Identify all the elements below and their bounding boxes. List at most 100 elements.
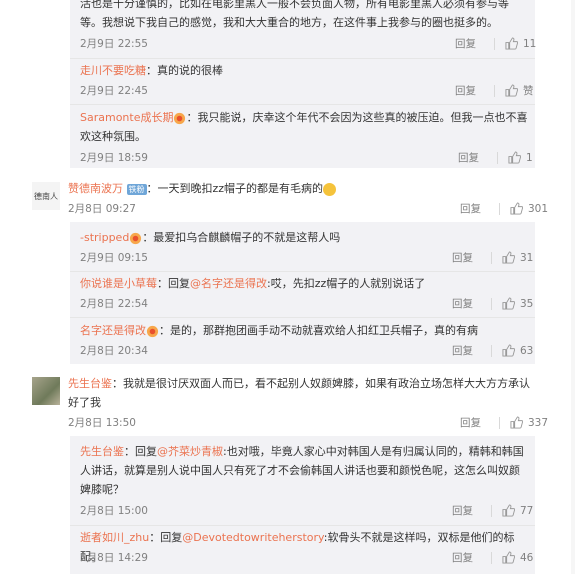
fan-badge-icon <box>173 112 186 125</box>
reply-prefix: ：回复 <box>157 277 190 290</box>
comment-row: 赞德南波万 铁粉 ：一天到晚扣zz帽子的都是有毛病的 <box>68 179 538 198</box>
scrollbar[interactable] <box>571 0 575 574</box>
reply-text: ：最爱扣乌合麒麟帽子的不就是这帮人吗 <box>142 231 341 244</box>
like-icon[interactable] <box>502 344 515 357</box>
divider <box>70 104 535 105</box>
reply-username[interactable]: 先生台鉴 <box>80 445 124 458</box>
reply-prefix: ：回复 <box>149 531 183 544</box>
like-count: 1 <box>526 151 533 164</box>
reply-button[interactable]: 回复 <box>460 201 481 216</box>
reply-button[interactable]: 回复 <box>460 415 481 430</box>
like-icon[interactable] <box>502 297 515 310</box>
reply-button[interactable]: 回复 <box>452 550 473 565</box>
like-count: 77 <box>520 504 534 517</box>
mention-link[interactable]: @芥菜炒青椒 <box>157 445 223 458</box>
reply-button[interactable]: 回复 <box>452 296 473 311</box>
comment-row: 先生台鉴：我就是很讨厌双面人而已，看不起别人奴颜婢膝，如果有政治立场怎样大大方方… <box>68 374 538 412</box>
like-count: 31 <box>520 251 534 264</box>
avatar-text: 德南人 <box>34 191 58 201</box>
reply-actions: 回复 63 <box>452 343 533 358</box>
reply-button[interactable]: 回复 <box>455 36 476 51</box>
comment-actions: 回复 11 <box>455 36 536 51</box>
reply-username[interactable]: 走川不要吃糖 <box>80 64 146 77</box>
avatar[interactable]: 德南人 <box>32 182 60 210</box>
reply-time: 2月9日 09:15 <box>80 252 148 264</box>
divider <box>491 344 492 357</box>
reply-prefix: ：回复 <box>124 445 157 458</box>
reply-row: 先生台鉴：回复@芥菜炒青椒:也对哦，毕竟人家心中对韩国人是有归属认同的，精韩和韩… <box>80 442 530 499</box>
divider <box>494 37 495 50</box>
reply-time: 2月8日 15:00 <box>80 505 148 517</box>
reply-text: :哎，先扣zz帽子的人就别说话了 <box>267 277 426 290</box>
emoji-icon <box>323 182 337 196</box>
reply-row: Saramonte成长期 ：我只能说，庆幸这个年代不会因为这些真的被压迫。但我一点… <box>80 108 530 146</box>
reply-button[interactable]: 回复 <box>452 343 473 358</box>
comment-text: ：一天到晚扣zz帽子的都是有毛病的 <box>146 182 324 195</box>
divider <box>70 525 535 526</box>
divider <box>70 271 535 272</box>
reply-username[interactable]: -stripped <box>80 231 129 244</box>
like-count: 35 <box>520 297 534 310</box>
like-count: 赞 <box>523 85 534 97</box>
like-count: 63 <box>520 344 534 357</box>
like-icon[interactable] <box>510 202 523 215</box>
divider <box>499 416 500 429</box>
avatar[interactable] <box>32 377 60 405</box>
reply-actions: 回复 77 <box>452 503 533 518</box>
reply-time: 2月8日 14:29 <box>80 552 148 564</box>
reply-row: -stripped ：最爱扣乌合麒麟帽子的不就是这帮人吗 <box>80 228 530 247</box>
reply-actions: 回复 1 <box>458 150 533 165</box>
mention-link[interactable]: @Devotedtowriteherstory <box>182 531 324 544</box>
reply-row: 你说谁是小草莓：回复@名字还是得改:哎，先扣zz帽子的人就别说话了 <box>80 274 530 293</box>
like-icon[interactable] <box>502 251 515 264</box>
comment-text: 活也是十分谨慎的，比如在电影里黑人一般不会负面人物，所有电影里黑人必须有参与等等… <box>80 0 509 29</box>
divider <box>499 202 500 215</box>
reply-actions: 回复 35 <box>452 296 533 311</box>
reply-actions: 回复 赞 <box>455 83 534 98</box>
comment-time: 2月8日 09:27 <box>68 203 136 215</box>
divider <box>70 317 535 318</box>
mention-link[interactable]: @名字还是得改 <box>190 277 267 290</box>
reply-username[interactable]: 逝者如川_zhu <box>80 531 149 544</box>
comment-text: ：我就是很讨厌双面人而已，看不起别人奴颜婢膝，如果有政治立场怎样大大方方承认好了… <box>68 377 530 409</box>
iron-fan-badge: 铁粉 <box>126 183 147 195</box>
like-icon[interactable] <box>505 37 518 50</box>
reply-time: 2月9日 18:59 <box>80 152 148 164</box>
reply-button[interactable]: 回复 <box>458 150 479 165</box>
reply-row: 走川不要吃糖：真的说的很棒 <box>80 61 530 80</box>
reply-button[interactable]: 回复 <box>452 503 473 518</box>
reply-button[interactable]: 回复 <box>452 250 473 265</box>
like-count: 337 <box>528 416 549 429</box>
fan-badge-icon <box>146 325 159 338</box>
like-icon[interactable] <box>510 416 523 429</box>
like-icon[interactable] <box>505 84 518 97</box>
divider <box>491 297 492 310</box>
like-count: 46 <box>520 551 534 564</box>
reply-username[interactable]: 你说谁是小草莓 <box>80 277 157 290</box>
comment-actions: 回复 301 <box>460 201 548 216</box>
divider <box>491 251 492 264</box>
reply-username[interactable]: 名字还是得改 <box>80 324 146 337</box>
reply-text: ：是的，那群抱团画手动不动就喜欢给人扣红卫兵帽子，真的有病 <box>159 324 478 337</box>
like-icon[interactable] <box>502 551 515 564</box>
reply-text: ：真的说的很棒 <box>146 64 223 77</box>
reply-time: 2月8日 20:34 <box>80 345 148 357</box>
like-icon[interactable] <box>508 151 521 164</box>
like-count: 11 <box>523 37 537 50</box>
divider <box>494 84 495 97</box>
divider <box>70 58 535 59</box>
reply-button[interactable]: 回复 <box>455 83 476 98</box>
reply-time: 2月9日 22:45 <box>80 85 148 97</box>
reply-actions: 回复 46 <box>452 550 533 565</box>
reply-username[interactable]: Saramonte成长期 <box>80 111 173 124</box>
comment-actions: 回复 337 <box>460 415 548 430</box>
reply-time: 2月8日 22:54 <box>80 298 148 310</box>
comment-username[interactable]: 赞德南波万 <box>68 182 123 195</box>
fan-badge-icon <box>129 232 142 245</box>
divider <box>491 504 492 517</box>
like-icon[interactable] <box>502 504 515 517</box>
comment-username[interactable]: 先生台鉴 <box>68 377 112 390</box>
reply-row: 名字还是得改 ：是的，那群抱团画手动不动就喜欢给人扣红卫兵帽子，真的有病 <box>80 321 530 340</box>
reply-actions: 回复 31 <box>452 250 533 265</box>
comment-thread: 活也是十分谨慎的，比如在电影里黑人一般不会负面人物，所有电影里黑人必须有参与等等… <box>0 0 575 574</box>
